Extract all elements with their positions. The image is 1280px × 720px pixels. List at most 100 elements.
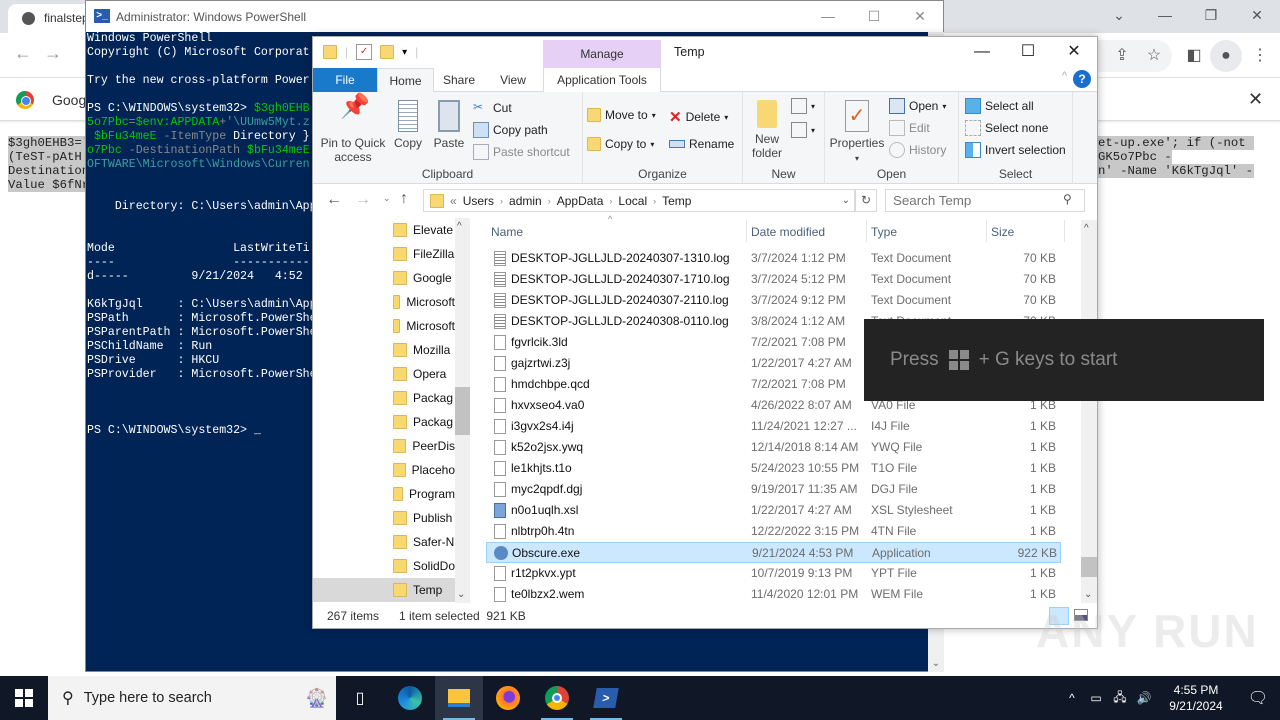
invert-selection-button[interactable]: Invert selection	[965, 142, 1066, 158]
breadcrumb-admin[interactable]: admin	[509, 194, 542, 208]
tab-file[interactable]: File	[313, 68, 377, 92]
close-button[interactable]: ✕	[1051, 37, 1097, 67]
file-row[interactable]: nlbtrp0h.4tn 12/22/2022 3:15 PM 4TN File 1 …	[486, 521, 1061, 542]
breadcrumb-local[interactable]: Local	[618, 194, 647, 208]
forward-icon[interactable]: →	[355, 191, 371, 209]
profile-icon[interactable]: ●	[1210, 40, 1242, 72]
explorer-titlebar[interactable]: | ✓ ▾ | Manage Temp — ☐ ✕	[313, 37, 1097, 68]
new-folder-button[interactable]: New folder	[747, 100, 787, 160]
scroll-down-icon[interactable]: ⌄	[1084, 589, 1092, 600]
edit-button[interactable]: Edit	[889, 120, 930, 136]
navigation-pane-scroll-thumb[interactable]	[455, 387, 470, 435]
minimize-button[interactable]: —	[959, 37, 1005, 67]
breadcrumb-users[interactable]: Users	[463, 194, 494, 208]
tab-search-icon[interactable]: ⌄	[1096, 0, 1142, 30]
scroll-down-icon[interactable]: ⌄	[457, 589, 465, 600]
file-row[interactable]: te0lbzx2.wem 11/4/2020 12:01 PM WEM File 1 …	[486, 584, 1061, 605]
column-size[interactable]: Size	[991, 225, 1014, 239]
column-divider[interactable]	[986, 220, 987, 242]
minimize-button[interactable]: —	[805, 1, 851, 32]
open-button[interactable]: Open ▾	[889, 98, 946, 114]
file-row[interactable]: k52o2jsx.ywq 12/14/2018 8:14 AM YWQ File 1 …	[486, 437, 1061, 458]
help-icon[interactable]: ?	[1073, 70, 1091, 88]
column-divider[interactable]	[866, 220, 867, 242]
scroll-up-icon[interactable]: ^	[457, 221, 462, 232]
cut-button[interactable]: ✂ Cut	[473, 100, 512, 116]
overflow-icon[interactable]: «	[450, 194, 457, 208]
tree-item[interactable]: FileZilla	[393, 242, 455, 266]
paste-button[interactable]: Paste	[431, 100, 467, 150]
taskbar-search-box[interactable]: ⚲ Type here to search 🎡	[48, 676, 336, 720]
tree-item[interactable]: Google	[393, 266, 455, 290]
side-panel-icon[interactable]: ◧	[1178, 40, 1210, 72]
file-row[interactable]: DESKTOP-JGLLJLD-20240307-2110.log 3/7/202…	[486, 290, 1061, 311]
tab-share[interactable]: Share	[434, 68, 484, 92]
paste-shortcut-button[interactable]: Paste shortcut	[473, 144, 570, 160]
clock[interactable]: 4:55 PM 9/21/2024	[1156, 682, 1236, 714]
share-icon[interactable]: ⇪	[1106, 40, 1138, 72]
column-type[interactable]: Type	[871, 225, 897, 239]
file-list-scroll-thumb[interactable]	[1081, 557, 1097, 577]
file-row[interactable]: i3gvx2s4.i4j 11/24/2021 12:27 ... I4J File…	[486, 416, 1061, 437]
back-icon[interactable]: ←	[326, 191, 342, 209]
rename-button[interactable]: Rename	[669, 137, 734, 151]
show-hidden-icons-icon[interactable]: ^	[1060, 691, 1084, 705]
forward-icon[interactable]: →	[44, 43, 62, 64]
tree-item[interactable]: Publish	[393, 506, 455, 530]
maximize-button[interactable]: ☐	[1005, 37, 1051, 67]
close-button[interactable]: ✕	[1234, 0, 1280, 30]
file-row[interactable]: le1khjts.t1o 5/24/2023 10:55 PM T1O File 1 …	[486, 458, 1061, 479]
pin-to-quick-access-button[interactable]: 📌 Pin to Quick access	[319, 95, 387, 165]
copy-to-button[interactable]: Copy to ▾	[587, 137, 654, 151]
new-item-button[interactable]: ▾	[791, 98, 815, 114]
powershell-titlebar[interactable]: >_ Administrator: Windows PowerShell — ☐…	[86, 1, 943, 32]
tree-item[interactable]: Program	[393, 482, 455, 506]
refresh-button[interactable]: ↻	[855, 189, 877, 212]
breadcrumb-temp[interactable]: Temp	[662, 194, 691, 208]
column-divider[interactable]	[1064, 220, 1065, 242]
edge-icon[interactable]	[386, 676, 434, 720]
network-icon[interactable]: 🖧	[1108, 688, 1132, 709]
tree-item[interactable]: Elevate	[393, 218, 455, 242]
restore-button[interactable]: ❐	[1188, 0, 1234, 30]
file-row[interactable]: Obscure.exe 9/21/2024 4:53 PM Application 9…	[486, 542, 1061, 563]
copy-path-button[interactable]: Copy path	[473, 122, 548, 138]
start-button[interactable]	[0, 676, 48, 720]
minimize-button[interactable]: —	[1142, 0, 1188, 30]
address-dropdown-icon[interactable]: ⌄	[842, 195, 850, 206]
task-view-icon[interactable]: ▯	[336, 676, 384, 720]
tree-item[interactable]: Microsoft	[393, 314, 455, 338]
delete-button[interactable]: ✕ Delete ▾	[669, 108, 728, 126]
search-input[interactable]	[885, 189, 1085, 212]
tree-item[interactable]: SolidDo	[393, 554, 455, 578]
file-row[interactable]: myc2qpdf.dgj 9/19/2017 11:35 AM DGJ File 1 …	[486, 479, 1061, 500]
tree-item[interactable]: Packag	[393, 386, 455, 410]
breadcrumb-appdata[interactable]: AppData	[557, 194, 604, 208]
tree-item[interactable]: Temp	[313, 578, 455, 602]
scroll-up-icon[interactable]: ^	[1084, 223, 1089, 234]
column-date-modified[interactable]: Date modified	[751, 225, 825, 239]
select-none-button[interactable]: Select none	[965, 120, 1048, 136]
properties-qat-icon[interactable]: ✓	[356, 44, 373, 60]
tab-view[interactable]: View	[484, 68, 542, 92]
tree-item[interactable]: PeerDis	[393, 434, 455, 458]
tab-home[interactable]: Home	[377, 68, 434, 93]
column-divider[interactable]	[746, 220, 747, 242]
tree-item[interactable]: Mozilla	[393, 338, 455, 362]
tree-item[interactable]: Microsoft	[393, 290, 455, 314]
file-row[interactable]: DESKTOP-JGLLJLD-20240307-1710.log 3/7/202…	[486, 269, 1061, 290]
address-bar[interactable]: « Users › admin › AppData › Local › Temp ⌄	[423, 189, 855, 212]
volume-icon[interactable]: 🔊	[1132, 691, 1156, 705]
up-icon[interactable]: ↑	[400, 190, 408, 208]
powershell-taskbar-icon[interactable]: >	[582, 676, 630, 720]
firefox-icon[interactable]	[484, 676, 532, 720]
file-row[interactable]: r1t2pkvx.ypt 10/7/2019 9:13 PM YPT File 1 K…	[486, 563, 1061, 584]
file-row[interactable]: DESKTOP-JGLLJLD-20240307-1310.log 3/7/202…	[486, 248, 1061, 269]
chrome-taskbar-icon[interactable]	[533, 676, 581, 720]
easy-access-button[interactable]: ▾	[791, 122, 815, 138]
select-all-button[interactable]: Select all	[965, 98, 1034, 114]
menu-kebab-icon[interactable]: ⋮	[1244, 40, 1276, 72]
scroll-down-icon[interactable]: ⌄	[928, 656, 944, 672]
customize-qat-icon[interactable]: ▾	[402, 47, 407, 58]
tree-item[interactable]: Safer-N	[393, 530, 455, 554]
